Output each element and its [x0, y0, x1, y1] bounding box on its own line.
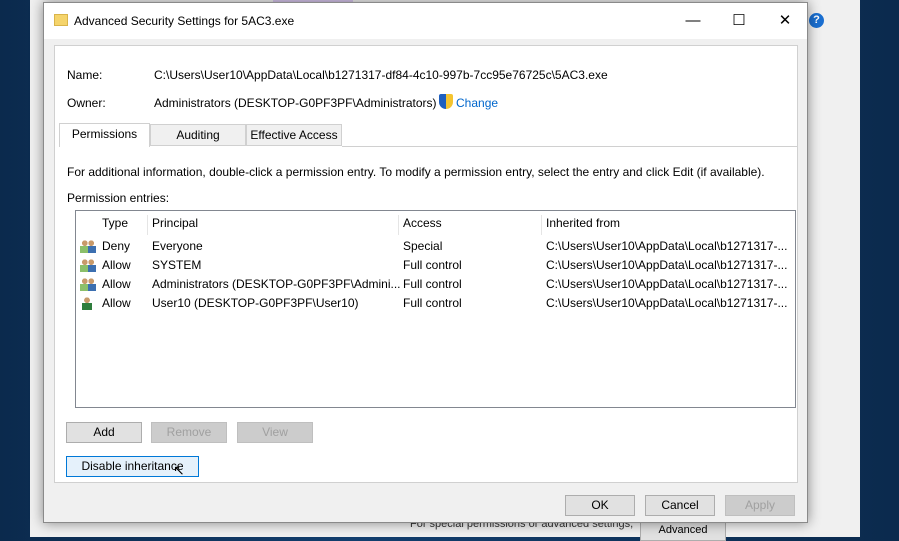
folder-icon [54, 14, 68, 26]
row-access: Full control [403, 277, 462, 291]
row-inherited-from: C:\Users\User10\AppData\Local\b1271317-.… [546, 277, 788, 291]
column-principal[interactable]: Principal [148, 215, 399, 235]
row-type: Allow [102, 277, 131, 291]
owner-label: Owner: [67, 96, 106, 110]
help-icon[interactable]: ? [809, 13, 824, 28]
view-button[interactable]: View [237, 422, 313, 443]
name-value: C:\Users\User10\AppData\Local\b1271317-d… [154, 68, 608, 82]
row-access: Full control [403, 296, 462, 310]
maximize-button[interactable]: ☐ [716, 3, 762, 39]
tab-divider [342, 146, 798, 147]
info-text: For additional information, double-click… [67, 165, 765, 179]
ok-button[interactable]: OK [565, 495, 635, 516]
name-label: Name: [67, 68, 103, 82]
row-inherited-from: C:\Users\User10\AppData\Local\b1271317-.… [546, 258, 788, 272]
mouse-cursor-icon: ↖ [173, 462, 185, 478]
table-row[interactable]: Allow User10 (DESKTOP-G0PF3PF\User10) Full… [76, 294, 795, 313]
column-access[interactable]: Access [399, 215, 542, 235]
tab-permissions[interactable]: Permissions [59, 123, 150, 147]
change-owner-link[interactable]: Change [456, 96, 498, 110]
permission-entries-label: Permission entries: [67, 191, 170, 205]
row-principal: User10 (DESKTOP-G0PF3PF\User10) [152, 296, 359, 310]
row-principal: Administrators (DESKTOP-G0PF3PF\Admini..… [152, 277, 401, 291]
row-inherited-from: C:\Users\User10\AppData\Local\b1271317-.… [546, 239, 788, 253]
row-principal: SYSTEM [152, 258, 202, 272]
user-icon [82, 296, 92, 310]
close-button[interactable]: ✕ [762, 3, 808, 39]
column-type[interactable]: Type [98, 215, 148, 235]
row-inherited-from: C:\Users\User10\AppData\Local\b1271317-.… [546, 296, 788, 310]
row-type: Allow [102, 258, 131, 272]
owner-value: Administrators (DESKTOP-G0PF3PF\Administ… [154, 96, 437, 110]
tab-effective-access[interactable]: Effective Access [246, 124, 342, 146]
advanced-security-dialog: Advanced Security Settings for 5AC3.exe … [43, 2, 808, 523]
permission-entries-list[interactable]: Type Principal Access Inherited from Den… [75, 210, 796, 408]
row-type: Allow [102, 296, 131, 310]
group-users-icon [80, 258, 96, 272]
cancel-button[interactable]: Cancel [645, 495, 715, 516]
row-principal: Everyone [152, 239, 203, 253]
apply-button[interactable]: Apply [725, 495, 795, 516]
minimize-button[interactable]: — [670, 3, 716, 39]
group-users-icon [80, 277, 96, 291]
window-title: Advanced Security Settings for 5AC3.exe [74, 14, 295, 28]
row-access: Special [403, 239, 443, 253]
title-bar: Advanced Security Settings for 5AC3.exe … [44, 3, 807, 39]
table-row[interactable]: Deny Everyone Special C:\Users\User10\AppDa… [76, 237, 795, 256]
add-button[interactable]: Add [66, 422, 142, 443]
table-row[interactable]: Allow Administrators (DESKTOP-G0PF3PF\Adm… [76, 275, 795, 294]
background-advanced-button[interactable]: Advanced [640, 520, 726, 541]
content-panel: Name: C:\Users\User10\AppData\Local\b127… [54, 45, 798, 483]
remove-button[interactable]: Remove [151, 422, 227, 443]
group-users-icon [80, 239, 96, 253]
table-row[interactable]: Allow SYSTEM Full control C:\Users\User10\A… [76, 256, 795, 275]
tab-auditing[interactable]: Auditing [150, 124, 246, 146]
column-inherited-from[interactable]: Inherited from [542, 215, 792, 235]
uac-shield-icon [439, 94, 453, 109]
row-type: Deny [102, 239, 131, 253]
row-access: Full control [403, 258, 462, 272]
